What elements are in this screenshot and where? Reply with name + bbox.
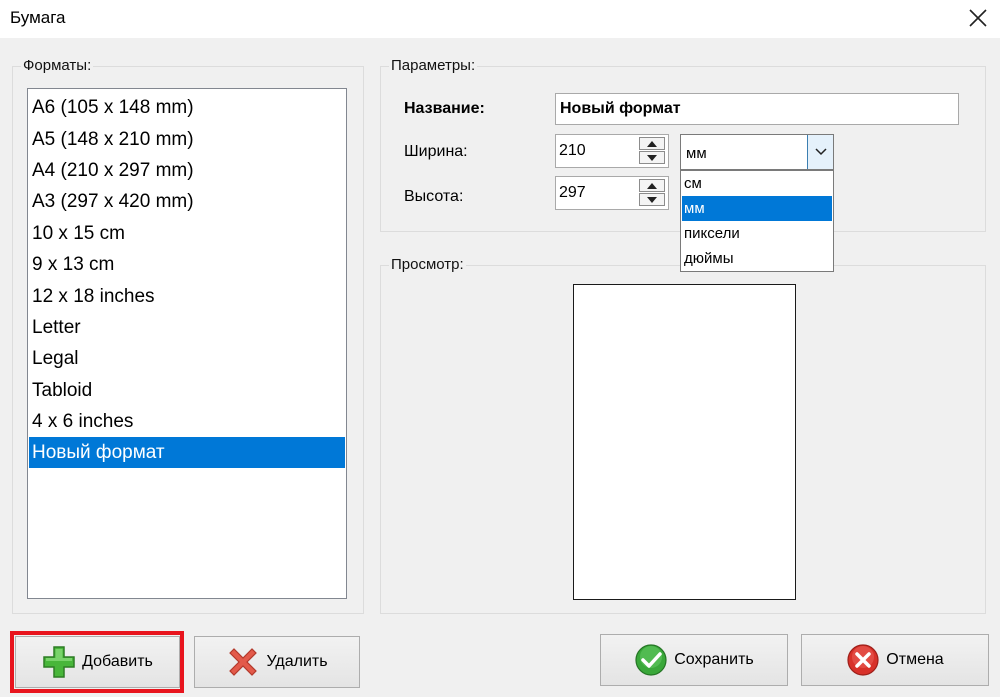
window-title: Бумага [10, 8, 66, 27]
list-item[interactable]: A6 (105 x 148 mm) [29, 92, 345, 123]
height-spin-buttons [639, 179, 665, 207]
width-spin-buttons [639, 137, 665, 165]
list-item[interactable]: 12 x 18 inches [29, 281, 345, 312]
unit-selected-value: мм [686, 145, 707, 162]
checkmark-icon [634, 643, 668, 677]
unit-dropdown-list[interactable]: см мм пиксели дюймы [680, 170, 834, 272]
list-item[interactable]: A3 (297 x 420 mm) [29, 186, 345, 217]
formats-legend: Форматы: [21, 57, 94, 75]
height-stepper[interactable] [555, 176, 669, 210]
chevron-down-icon [814, 148, 827, 156]
width-decrease-button[interactable] [639, 151, 665, 164]
arrow-up-icon [647, 140, 657, 147]
height-increase-button[interactable] [639, 179, 665, 192]
width-label: Ширина: [404, 143, 468, 160]
width-input[interactable] [559, 140, 629, 162]
close-button[interactable] [962, 3, 994, 33]
list-item[interactable]: Tabloid [29, 375, 345, 406]
arrow-down-icon [647, 196, 657, 203]
name-label: Название: [404, 100, 485, 117]
list-item[interactable]: Legal [29, 343, 345, 374]
plus-icon [42, 645, 76, 679]
dropdown-option[interactable]: дюймы [682, 246, 832, 271]
arrow-down-icon [647, 154, 657, 161]
unit-dropdown-button[interactable] [807, 135, 833, 169]
paper-preview [573, 284, 796, 600]
width-increase-button[interactable] [639, 137, 665, 150]
delete-button[interactable]: Удалить [194, 636, 360, 688]
title-bar: Бумага [0, 0, 1000, 38]
cancel-button[interactable]: Отмена [801, 634, 989, 686]
formats-list[interactable]: A6 (105 x 148 mm) A5 (148 x 210 mm) A4 (… [27, 88, 347, 599]
dropdown-option[interactable]: мм [682, 196, 832, 221]
dropdown-option[interactable]: см [682, 171, 832, 196]
add-button[interactable]: Добавить [15, 636, 180, 688]
close-icon [969, 9, 987, 27]
list-item[interactable]: 10 x 15 cm [29, 218, 345, 249]
list-item[interactable]: A5 (148 x 210 mm) [29, 124, 345, 155]
cancel-icon [846, 643, 880, 677]
preview-legend: Просмотр: [389, 256, 466, 274]
width-stepper[interactable] [555, 134, 669, 168]
height-decrease-button[interactable] [639, 193, 665, 206]
add-button-label: Добавить [82, 653, 153, 670]
name-input[interactable] [555, 93, 959, 125]
list-item[interactable]: A4 (210 x 297 mm) [29, 155, 345, 186]
cancel-button-label: Отмена [886, 651, 944, 668]
save-button-label: Сохранить [674, 651, 754, 668]
arrow-up-icon [647, 182, 657, 189]
list-item[interactable]: 4 x 6 inches [29, 406, 345, 437]
cross-icon [226, 645, 260, 679]
save-button[interactable]: Сохранить [600, 634, 788, 686]
delete-button-label: Удалить [266, 653, 328, 670]
height-label: Высота: [404, 188, 464, 205]
list-item[interactable]: Новый формат [29, 437, 345, 468]
dropdown-option[interactable]: пиксели [682, 221, 832, 246]
list-item[interactable]: Letter [29, 312, 345, 343]
list-item[interactable]: 9 x 13 cm [29, 249, 345, 280]
parameters-legend: Параметры: [389, 57, 478, 75]
height-input[interactable] [559, 182, 629, 204]
unit-select[interactable]: мм [680, 134, 834, 170]
